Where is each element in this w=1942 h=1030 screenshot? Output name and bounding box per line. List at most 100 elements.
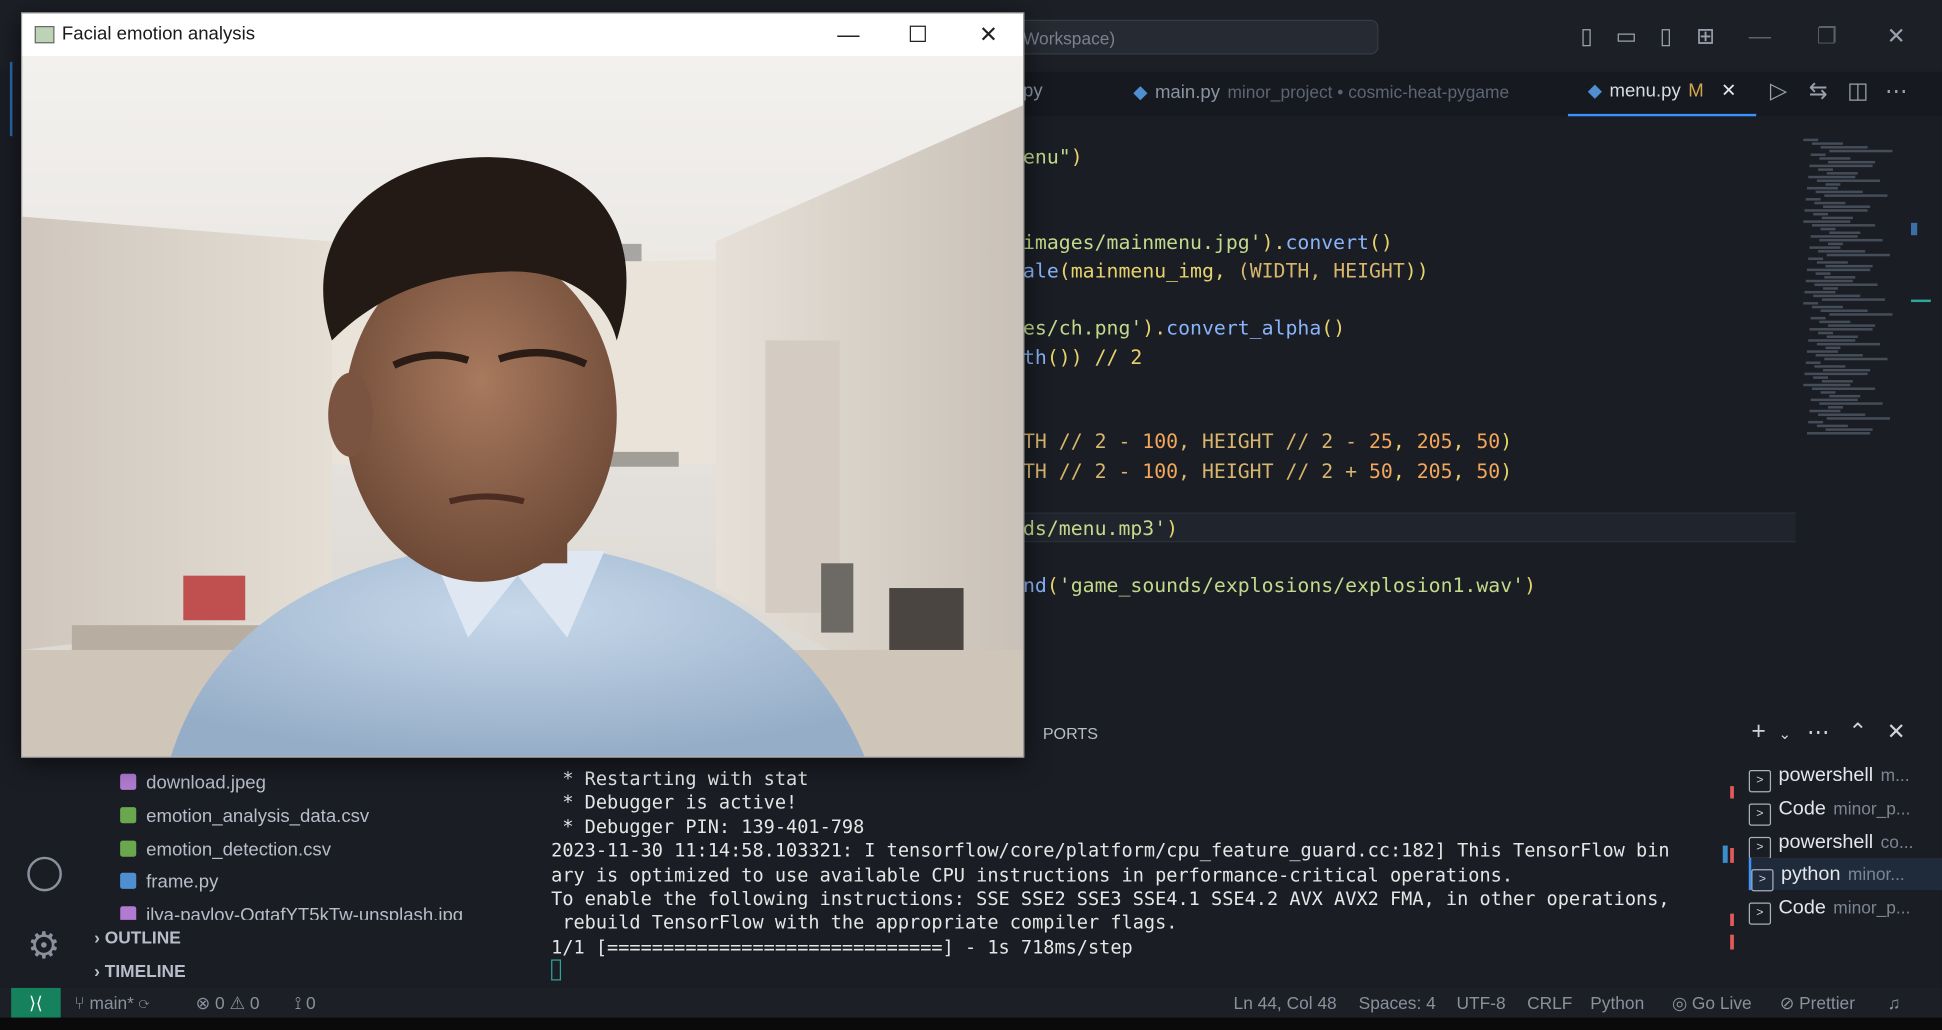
file-item[interactable]: emotion_detection.csv <box>120 839 331 860</box>
minimap-line <box>1815 190 1863 194</box>
go-live[interactable]: ◎ Go Live <box>1672 988 1752 1018</box>
code-token: , <box>1392 459 1417 483</box>
tab-partial[interactable]: py <box>1023 72 1043 117</box>
tab-menu-py[interactable]: ◆ menu.py M ✕ <box>1567 72 1757 117</box>
code-line: TH // 2 - 100, HEIGHT // 2 - 25, 205, 50… <box>1023 430 1512 455</box>
close-tab-icon[interactable]: ✕ <box>1721 80 1737 101</box>
minimap-line <box>1828 324 1876 327</box>
code-token: (mainmenu_img, <box>1058 258 1238 283</box>
minimap-line <box>1804 372 1868 376</box>
terminal-desc: minor... <box>1847 864 1905 885</box>
encoding[interactable]: UTF-8 <box>1456 988 1505 1018</box>
minimap-line <box>1828 160 1876 164</box>
customize-layout-icon[interactable]: ⊞ <box>1692 24 1719 49</box>
minimap-line <box>1813 212 1829 216</box>
branch-status[interactable]: ⑂ main* ⟳ <box>74 988 149 1018</box>
app-icon <box>34 25 55 44</box>
terminal-name: powershell <box>1778 831 1874 853</box>
split-editor-icon[interactable]: ◫ <box>1844 78 1871 103</box>
minimap-line <box>1810 235 1858 238</box>
minimap-marker <box>1911 222 1918 236</box>
accounts-icon[interactable] <box>27 856 62 892</box>
warning-count: 0 <box>249 992 260 1013</box>
notifications-icon[interactable]: ♫ <box>1887 988 1900 1018</box>
code-token: images/mainmenu.jpg' <box>1023 230 1262 254</box>
close-window-icon[interactable]: ✕ <box>1883 24 1910 49</box>
command-center-search[interactable]: Workspace) <box>1009 19 1379 55</box>
code-token: ) <box>1500 459 1513 483</box>
minimap-line <box>1809 328 1873 331</box>
python-icon: ◆ <box>1587 80 1603 102</box>
settings-gear-icon[interactable]: ⚙ <box>27 928 60 966</box>
minimap[interactable] <box>1796 138 1942 449</box>
file-name: ilya-pavlov-OqtafYT5kTw-unsplash.jpg <box>146 904 464 920</box>
python-file-icon <box>120 872 137 889</box>
timeline-section[interactable]: › TIMELINE <box>94 961 186 981</box>
code-token: , <box>1392 429 1417 454</box>
minimap-line <box>1813 376 1829 379</box>
webcam-image <box>22 55 1024 757</box>
problems-status[interactable]: ⊗ 0 ⚠ 0 <box>196 988 260 1018</box>
ports-status[interactable]: ⟟ 0 <box>295 988 316 1018</box>
minimize-icon[interactable]: — <box>834 21 864 48</box>
ports-count: 0 <box>306 992 316 1013</box>
cursor-position[interactable]: Ln 44, Col 48 <box>1234 988 1337 1018</box>
minimap-line <box>1825 183 1841 186</box>
file-name: emotion_detection.csv <box>146 839 332 861</box>
tab-main-py[interactable]: ◆ main.py minor_project • cosmic-heat-pyga… <box>1133 72 1509 117</box>
terminal-instance[interactable]: > python minor... <box>1748 858 1942 892</box>
maximize-icon[interactable]: ☐ <box>903 21 933 48</box>
tab-ports[interactable]: PORTS <box>1043 724 1098 743</box>
file-name: download.jpeg <box>146 772 266 794</box>
code-token: 205 <box>1416 459 1453 483</box>
terminal-instance[interactable]: > Code minor_p... <box>1748 892 1942 926</box>
terminal-instance[interactable]: > Code minor_p... <box>1748 792 1942 826</box>
minimap-line <box>1825 264 1873 268</box>
chevron-down-icon[interactable]: ⌄ <box>1771 722 1798 747</box>
file-item[interactable]: ilya-pavlov-OqtafYT5kTw-unsplash.jpg <box>120 905 463 920</box>
toggle-secondary-sidebar-icon[interactable]: ▯ <box>1652 24 1679 49</box>
indentation[interactable]: Spaces: 4 <box>1359 988 1436 1018</box>
camera-window[interactable]: Facial emotion analysis — ☐ ✕ <box>21 12 1025 758</box>
minimap-line <box>1808 339 1856 342</box>
maximize-panel-icon[interactable]: ⌃ <box>1844 719 1871 744</box>
prettier[interactable]: ⊘ Prettier <box>1780 988 1855 1018</box>
file-item[interactable]: frame.py <box>120 872 218 893</box>
terminal-line: rebuild TensorFlow with the appropriate … <box>551 911 1178 934</box>
panel-more-icon[interactable]: ⋯ <box>1804 719 1831 744</box>
minimap-line <box>1806 186 1838 190</box>
minimap-line <box>1810 316 1826 320</box>
more-actions-icon[interactable]: ⋯ <box>1883 78 1910 103</box>
minimize-icon[interactable]: — <box>1746 24 1773 49</box>
code-line: TH // 2 - 100, HEIGHT // 2 + 50, 205, 50… <box>1023 459 1512 484</box>
file-item[interactable]: emotion_analysis_data.csv <box>120 806 369 827</box>
minimap-line <box>1825 428 1873 431</box>
image-file-icon <box>120 773 137 790</box>
toggle-panel-icon[interactable]: ▭ <box>1613 24 1640 49</box>
minimap-line <box>1803 302 1819 305</box>
close-icon[interactable]: ✕ <box>973 21 1003 48</box>
minimap-line <box>1809 164 1873 168</box>
close-panel-icon[interactable]: ✕ <box>1883 719 1910 744</box>
minimap-line <box>1808 257 1824 260</box>
python-icon: ◆ <box>1133 81 1148 103</box>
terminal-instance[interactable]: > powershell m... <box>1748 759 1942 793</box>
outline-section[interactable]: › OUTLINE <box>94 927 181 947</box>
minimap-line <box>1826 172 1858 175</box>
compare-changes-icon[interactable]: ⇆ <box>1804 78 1831 103</box>
toggle-primary-sidebar-icon[interactable]: ▯ <box>1573 24 1600 49</box>
minimap-line <box>1828 406 1843 409</box>
restore-icon[interactable]: ❐ <box>1813 24 1840 49</box>
remote-indicator[interactable]: ⟩⟨ <box>11 987 61 1018</box>
new-terminal-icon[interactable]: + <box>1745 719 1772 744</box>
language-mode[interactable]: Python <box>1590 988 1644 1018</box>
file-item[interactable]: download.jpeg <box>120 773 266 794</box>
camera-title-bar[interactable]: Facial emotion analysis — ☐ ✕ <box>22 13 1024 56</box>
terminal-instance[interactable]: > powershell co... <box>1748 825 1942 859</box>
code-line: images/mainmenu.jpg').convert() <box>1023 230 1393 255</box>
line-ending[interactable]: CRLF <box>1527 988 1572 1018</box>
camera-window-title: Facial emotion analysis <box>61 23 256 45</box>
terminal-desc: minor_p... <box>1833 798 1911 819</box>
run-icon[interactable]: ▷ <box>1765 78 1792 103</box>
code-token: 100 <box>1142 459 1179 483</box>
